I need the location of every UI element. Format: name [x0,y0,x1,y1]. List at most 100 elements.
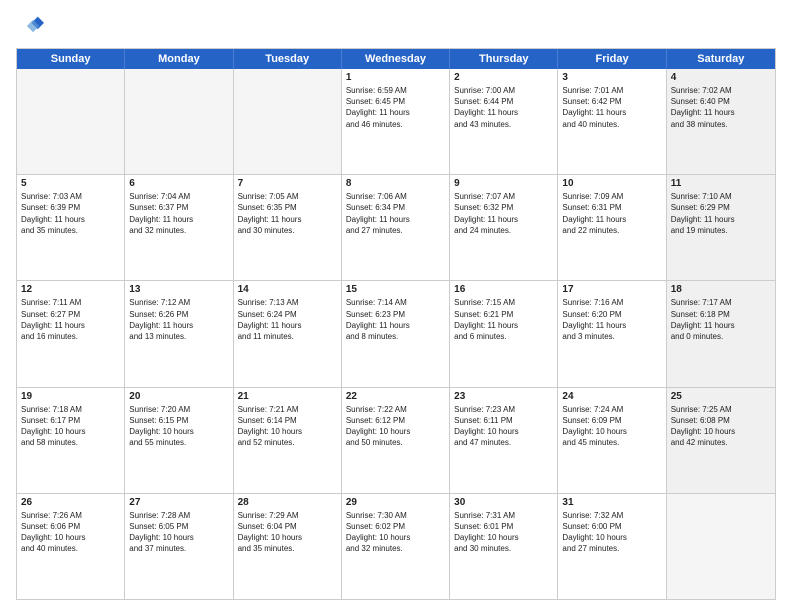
day-number: 25 [671,391,771,402]
calendar-cell: 25 Sunrise: 7:25 AM Sunset: 6:08 PM Dayli… [667,388,775,493]
header [16,12,776,40]
cell-content: Sunrise: 7:30 AM Sunset: 6:02 PM Dayligh… [346,510,445,555]
calendar-week-row: 5 Sunrise: 7:03 AM Sunset: 6:39 PM Daylig… [17,175,775,281]
calendar-cell: 16 Sunrise: 7:15 AM Sunset: 6:21 PM Dayli… [450,281,558,386]
day-number: 8 [346,178,445,189]
calendar-cell [125,69,233,174]
cell-content: Sunrise: 7:07 AM Sunset: 6:32 PM Dayligh… [454,191,553,236]
calendar-cell [667,494,775,599]
cell-content: Sunrise: 7:12 AM Sunset: 6:26 PM Dayligh… [129,297,228,342]
day-number: 19 [21,391,120,402]
calendar-header: SundayMondayTuesdayWednesdayThursdayFrid… [17,49,775,69]
calendar-cell: 10Sunrise: 7:09 AM Sunset: 6:31 PM Dayli… [558,175,666,280]
cell-content: Sunrise: 7:04 AM Sunset: 6:37 PM Dayligh… [129,191,228,236]
cell-content: Sunrise: 7:16 AM Sunset: 6:20 PM Dayligh… [562,297,661,342]
cell-content: Sunrise: 7:20 AM Sunset: 6:15 PM Dayligh… [129,404,228,449]
cell-content: Sunrise: 7:18 AM Sunset: 6:17 PM Dayligh… [21,404,120,449]
day-number: 5 [21,178,120,189]
calendar-cell: 14 Sunrise: 7:13 AM Sunset: 6:24 PM Dayli… [234,281,342,386]
day-number: 16 [454,284,553,295]
cell-content: Sunrise: 7:24 AM Sunset: 6:09 PM Dayligh… [562,404,661,449]
calendar-cell: 13 Sunrise: 7:12 AM Sunset: 6:26 PM Dayli… [125,281,233,386]
calendar-cell: 17 Sunrise: 7:16 AM Sunset: 6:20 PM Dayli… [558,281,666,386]
calendar-cell: 22Sunrise: 7:22 AM Sunset: 6:12 PM Dayli… [342,388,450,493]
calendar-cell: 29 Sunrise: 7:30 AM Sunset: 6:02 PM Dayli… [342,494,450,599]
cell-content: Sunrise: 7:28 AM Sunset: 6:05 PM Dayligh… [129,510,228,555]
calendar-cell: 7Sunrise: 7:05 AM Sunset: 6:35 PM Daylig… [234,175,342,280]
calendar-cell: 11 Sunrise: 7:10 AM Sunset: 6:29 PM Dayli… [667,175,775,280]
calendar: SundayMondayTuesdayWednesdayThursdayFrid… [16,48,776,600]
day-number: 7 [238,178,337,189]
day-number: 20 [129,391,228,402]
day-number: 6 [129,178,228,189]
logo-icon [16,12,44,40]
day-number: 23 [454,391,553,402]
day-number: 13 [129,284,228,295]
calendar-cell: 24 Sunrise: 7:24 AM Sunset: 6:09 PM Dayli… [558,388,666,493]
calendar-week-row: 1 Sunrise: 6:59 AM Sunset: 6:45 PM Daylig… [17,69,775,175]
calendar-cell: 18 Sunrise: 7:17 AM Sunset: 6:18 PM Dayli… [667,281,775,386]
calendar-cell [17,69,125,174]
day-number: 2 [454,72,553,83]
calendar-cell: 3 Sunrise: 7:01 AM Sunset: 6:42 PM Daylig… [558,69,666,174]
calendar-cell [234,69,342,174]
day-number: 11 [671,178,771,189]
cell-content: Sunrise: 7:11 AM Sunset: 6:27 PM Dayligh… [21,297,120,342]
calendar-cell: 6 Sunrise: 7:04 AM Sunset: 6:37 PM Daylig… [125,175,233,280]
calendar-cell: 2 Sunrise: 7:00 AM Sunset: 6:44 PM Daylig… [450,69,558,174]
cell-content: Sunrise: 6:59 AM Sunset: 6:45 PM Dayligh… [346,85,445,130]
calendar-week-row: 12 Sunrise: 7:11 AM Sunset: 6:27 PM Dayli… [17,281,775,387]
cell-content: Sunrise: 7:02 AM Sunset: 6:40 PM Dayligh… [671,85,771,130]
calendar-body: 1 Sunrise: 6:59 AM Sunset: 6:45 PM Daylig… [17,69,775,599]
weekday-header: Saturday [667,49,775,69]
weekday-header: Thursday [450,49,558,69]
calendar-cell: 19 Sunrise: 7:18 AM Sunset: 6:17 PM Dayli… [17,388,125,493]
weekday-header: Friday [558,49,666,69]
day-number: 30 [454,497,553,508]
cell-content: Sunrise: 7:00 AM Sunset: 6:44 PM Dayligh… [454,85,553,130]
calendar-cell: 5 Sunrise: 7:03 AM Sunset: 6:39 PM Daylig… [17,175,125,280]
cell-content: Sunrise: 7:17 AM Sunset: 6:18 PM Dayligh… [671,297,771,342]
cell-content: Sunrise: 7:25 AM Sunset: 6:08 PM Dayligh… [671,404,771,449]
cell-content: Sunrise: 7:01 AM Sunset: 6:42 PM Dayligh… [562,85,661,130]
calendar-week-row: 26Sunrise: 7:26 AM Sunset: 6:06 PM Dayli… [17,494,775,599]
day-number: 10 [562,178,661,189]
cell-content: Sunrise: 7:13 AM Sunset: 6:24 PM Dayligh… [238,297,337,342]
cell-content: Sunrise: 7:15 AM Sunset: 6:21 PM Dayligh… [454,297,553,342]
day-number: 24 [562,391,661,402]
day-number: 3 [562,72,661,83]
cell-content: Sunrise: 7:31 AM Sunset: 6:01 PM Dayligh… [454,510,553,555]
calendar-cell: 28Sunrise: 7:29 AM Sunset: 6:04 PM Dayli… [234,494,342,599]
calendar-cell: 12 Sunrise: 7:11 AM Sunset: 6:27 PM Dayli… [17,281,125,386]
day-number: 1 [346,72,445,83]
calendar-cell: 8Sunrise: 7:06 AM Sunset: 6:34 PM Daylig… [342,175,450,280]
day-number: 12 [21,284,120,295]
day-number: 28 [238,497,337,508]
day-number: 31 [562,497,661,508]
cell-content: Sunrise: 7:03 AM Sunset: 6:39 PM Dayligh… [21,191,120,236]
calendar-week-row: 19 Sunrise: 7:18 AM Sunset: 6:17 PM Dayli… [17,388,775,494]
calendar-cell: 27 Sunrise: 7:28 AM Sunset: 6:05 PM Dayli… [125,494,233,599]
weekday-header: Sunday [17,49,125,69]
day-number: 27 [129,497,228,508]
day-number: 21 [238,391,337,402]
calendar-cell: 1 Sunrise: 6:59 AM Sunset: 6:45 PM Daylig… [342,69,450,174]
calendar-cell: 21 Sunrise: 7:21 AM Sunset: 6:14 PM Dayli… [234,388,342,493]
day-number: 17 [562,284,661,295]
day-number: 22 [346,391,445,402]
day-number: 29 [346,497,445,508]
day-number: 4 [671,72,771,83]
day-number: 18 [671,284,771,295]
day-number: 14 [238,284,337,295]
logo [16,12,48,40]
calendar-cell: 4 Sunrise: 7:02 AM Sunset: 6:40 PM Daylig… [667,69,775,174]
cell-content: Sunrise: 7:21 AM Sunset: 6:14 PM Dayligh… [238,404,337,449]
page: SundayMondayTuesdayWednesdayThursdayFrid… [0,0,792,612]
calendar-cell: 26Sunrise: 7:26 AM Sunset: 6:06 PM Dayli… [17,494,125,599]
day-number: 26 [21,497,120,508]
calendar-cell: 9 Sunrise: 7:07 AM Sunset: 6:32 PM Daylig… [450,175,558,280]
day-number: 9 [454,178,553,189]
cell-content: Sunrise: 7:10 AM Sunset: 6:29 PM Dayligh… [671,191,771,236]
calendar-cell: 30 Sunrise: 7:31 AM Sunset: 6:01 PM Dayli… [450,494,558,599]
weekday-header: Monday [125,49,233,69]
